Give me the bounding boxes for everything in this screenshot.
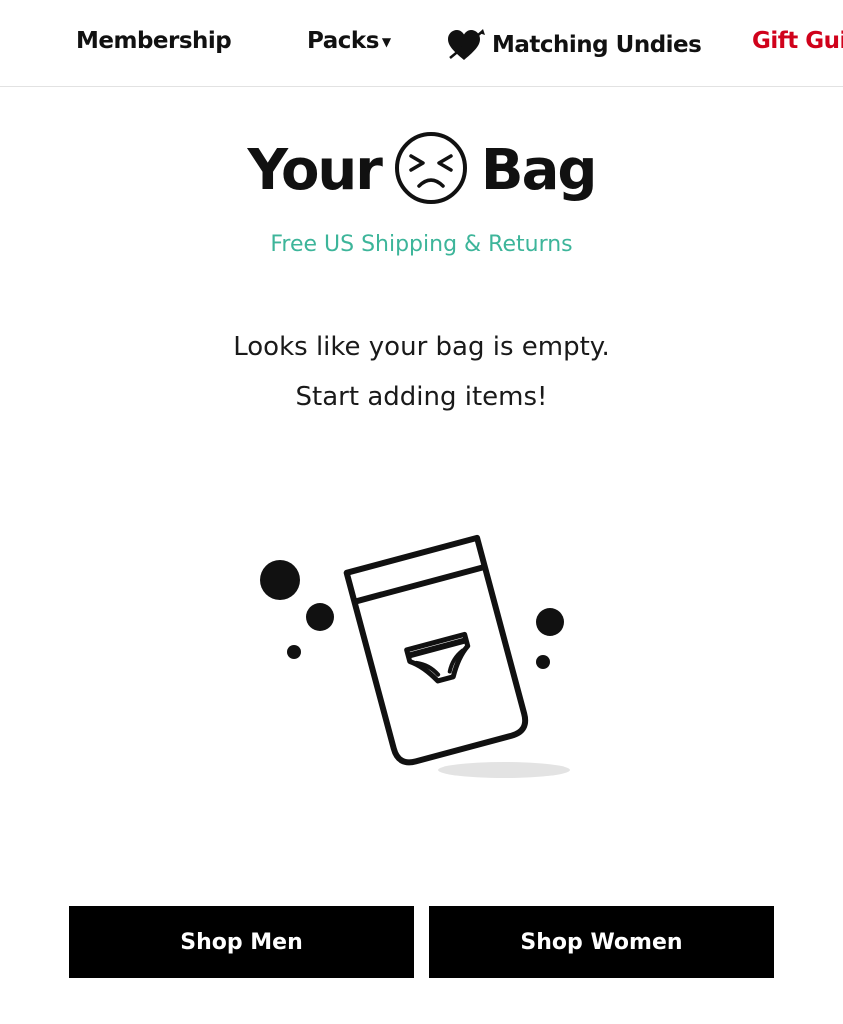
title-bag: Bag [480,137,598,203]
nav-packs-label: Packs [307,28,379,54]
empty-bag-message: Looks like your bag is empty. Start addi… [0,322,843,422]
dot [536,608,564,636]
dot [260,560,300,600]
dot [287,645,301,659]
shop-men-button[interactable]: Shop Men [69,906,414,978]
empty-message-line-1: Looks like your bag is empty. [233,332,610,362]
chevron-down-icon: ▼ [381,34,391,49]
empty-bag-illustration [250,510,590,794]
sad-face-icon [393,130,469,210]
dot [306,603,334,631]
bag-shadow [438,762,570,778]
shipping-note: Free US Shipping & Returns [270,232,573,257]
bag-title: Your Bag [0,130,843,210]
top-navigation: Membership Packs ▼ Matching Undies Gift G… [0,0,843,87]
nav-membership[interactable]: Membership [76,28,232,54]
nav-packs[interactable]: Packs ▼ [307,28,391,54]
nav-matching-undies[interactable]: Matching Undies [446,28,702,62]
nav-matching-undies-label: Matching Undies [492,32,702,58]
empty-message-line-2: Start adding items! [295,382,548,412]
shop-women-button[interactable]: Shop Women [429,906,774,978]
title-your: Your [247,137,383,203]
dot [536,655,550,669]
heart-arrow-icon [448,29,485,60]
nav-gift-guide[interactable]: Gift Guide [752,28,843,54]
